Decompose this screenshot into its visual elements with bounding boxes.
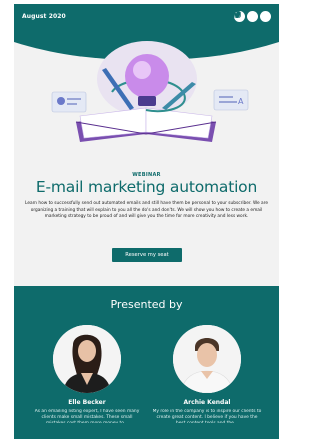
reserve-seat-button[interactable]: Reserve my seat (112, 248, 182, 262)
svg-text:A: A (238, 97, 244, 106)
speaker-name: Archie Kendal (183, 399, 231, 406)
speaker-photo (173, 325, 241, 393)
speaker-name: Elle Becker (68, 399, 106, 406)
twitter-icon[interactable] (234, 11, 258, 22)
hero-illustration: A (14, 4, 279, 142)
speaker-card: Archie Kendal My role in the company is … (152, 325, 262, 423)
webinar-description: Learn how to successfully send out autom… (25, 201, 268, 220)
speaker-photo (53, 325, 121, 393)
page-title: E-mail marketing automation (35, 178, 258, 196)
speaker-bio: As an emailing listing expert, I have se… (34, 409, 140, 423)
issue-date: August 2020 (22, 13, 66, 20)
presenters-heading: Presented by (110, 298, 183, 311)
speaker-bio: My role in the company is to inspire our… (152, 409, 262, 423)
presenters-section: Presented by Elle Becker As an emailing … (14, 286, 279, 439)
newsletter-card: A August 2020 WEBINAR E-mail marketing a… (14, 4, 279, 439)
instagram-icon[interactable] (234, 11, 271, 22)
social-links (234, 11, 271, 22)
hero-banner: A August 2020 (14, 4, 279, 174)
speaker-card: Elle Becker As an emailing listing exper… (32, 325, 142, 423)
